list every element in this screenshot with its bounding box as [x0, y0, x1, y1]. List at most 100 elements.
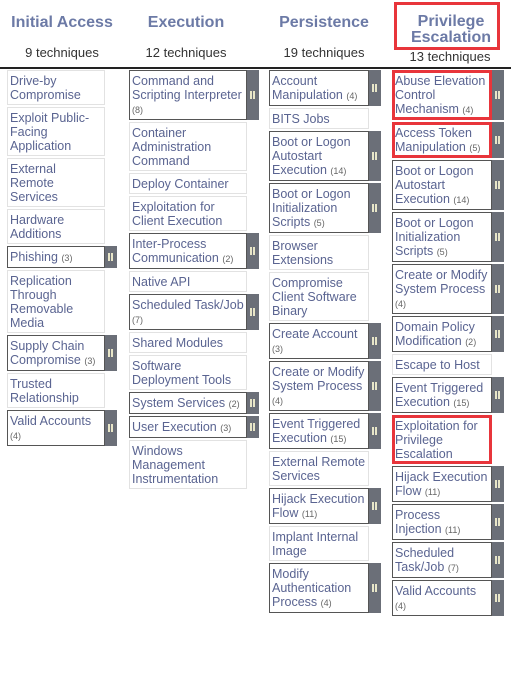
technique-scheduled-task-job[interactable]: Scheduled Task/Job (7) — [392, 542, 504, 578]
expand-subtechniques-handle[interactable] — [492, 264, 504, 314]
technique-system-services[interactable]: System Services (2) — [129, 392, 259, 414]
technique-label: Create or Modify System Process (4) — [393, 265, 491, 313]
expand-subtechniques-handle[interactable] — [492, 160, 504, 210]
technique-name: Process Injection — [395, 508, 442, 536]
expand-subtechniques-handle[interactable] — [247, 70, 259, 120]
technique-browser-extensions[interactable]: Browser Extensions — [269, 235, 369, 270]
technique-windows-management-instrumentation[interactable]: Windows Management Instrumentation — [129, 440, 247, 489]
technique-boot-or-logon-initialization-scripts[interactable]: Boot or Logon Initialization Scripts (5) — [269, 183, 381, 233]
technique-create-account[interactable]: Create Account (3) — [269, 323, 381, 359]
expand-subtechniques-handle[interactable] — [369, 488, 381, 524]
technique-label: Hijack Execution Flow (11) — [270, 489, 368, 523]
technique-bits-jobs[interactable]: BITS Jobs — [269, 108, 369, 129]
expand-subtechniques-handle[interactable] — [247, 294, 259, 330]
expand-subtechniques-handle[interactable] — [105, 410, 117, 446]
technique-software-deployment-tools[interactable]: Software Deployment Tools — [129, 355, 247, 390]
tactic-header-persistence[interactable]: Persistence 19 techniques — [262, 0, 386, 61]
technique-trusted-relationship[interactable]: Trusted Relationship — [7, 373, 105, 408]
subtechnique-count: (15) — [453, 398, 470, 408]
expand-subtechniques-handle[interactable] — [492, 70, 504, 120]
expand-subtechniques-handle[interactable] — [492, 377, 504, 413]
technique-account-manipulation[interactable]: Account Manipulation (4) — [269, 70, 381, 106]
technique-boot-or-logon-initialization-scripts[interactable]: Boot or Logon Initialization Scripts (5) — [392, 212, 504, 262]
technique-boot-or-logon-autostart-execution[interactable]: Boot or Logon Autostart Execution (14) — [392, 160, 504, 210]
technique-name: Inter-Process Communication — [132, 237, 219, 265]
expand-subtechniques-handle[interactable] — [369, 361, 381, 411]
technique-modify-authentication-process[interactable]: Modify Authentication Process (4) — [269, 563, 381, 613]
technique-drive-by-compromise[interactable]: Drive-by Compromise — [7, 70, 105, 105]
technique-native-api[interactable]: Native API — [129, 271, 247, 292]
technique-valid-accounts[interactable]: Valid Accounts (4) — [392, 580, 504, 616]
technique-hijack-execution-flow[interactable]: Hijack Execution Flow (11) — [392, 466, 504, 502]
technique-access-token-manipulation[interactable]: Access Token Manipulation (5) — [392, 122, 504, 158]
expand-subtechniques-handle[interactable] — [492, 580, 504, 616]
expand-subtechniques-handle[interactable] — [492, 542, 504, 578]
tactic-header-initial-access[interactable]: Initial Access 9 techniques — [0, 0, 124, 61]
tactic-title[interactable]: Initial Access — [0, 15, 124, 31]
expand-subtechniques-handle[interactable] — [247, 392, 259, 414]
expand-subtechniques-handle[interactable] — [369, 131, 381, 181]
technique-name: Native API — [132, 275, 191, 289]
technique-command-and-scripting-interpreter[interactable]: Command and Scripting Interpreter (8) — [129, 70, 259, 120]
technique-label: Boot or Logon Autostart Execution (14) — [270, 132, 368, 180]
technique-implant-internal-image[interactable]: Implant Internal Image — [269, 526, 369, 561]
technique-label: Boot or Logon Initialization Scripts (5) — [270, 184, 368, 232]
technique-label: Scheduled Task/Job (7) — [393, 543, 491, 577]
subtechnique-count: (3) — [220, 423, 232, 433]
expand-subtechniques-handle[interactable] — [105, 246, 117, 268]
technique-escape-to-host[interactable]: Escape to Host — [392, 354, 492, 375]
technique-container-administration-command[interactable]: Container Administration Command — [129, 122, 247, 171]
technique-hijack-execution-flow[interactable]: Hijack Execution Flow (11) — [269, 488, 381, 524]
technique-deploy-container[interactable]: Deploy Container — [129, 173, 247, 194]
expand-subtechniques-handle[interactable] — [492, 316, 504, 352]
technique-event-triggered-execution[interactable]: Event Triggered Execution (15) — [269, 413, 381, 449]
technique-process-injection[interactable]: Process Injection (11) — [392, 504, 504, 540]
technique-shared-modules[interactable]: Shared Modules — [129, 332, 247, 353]
technique-supply-chain-compromise[interactable]: Supply Chain Compromise (3) — [7, 335, 117, 371]
expand-subtechniques-handle[interactable] — [369, 70, 381, 106]
tactic-title[interactable]: Execution — [124, 15, 248, 31]
technique-scheduled-task-job[interactable]: Scheduled Task/Job (7) — [129, 294, 259, 330]
expand-subtechniques-handle[interactable] — [247, 416, 259, 438]
expand-subtechniques-handle[interactable] — [492, 466, 504, 502]
technique-create-or-modify-system-process[interactable]: Create or Modify System Process (4) — [269, 361, 381, 411]
expand-subtechniques-handle[interactable] — [492, 504, 504, 540]
technique-compromise-client-software-binary[interactable]: Compromise Client Software Binary — [269, 272, 369, 321]
technique-valid-accounts[interactable]: Valid Accounts (4) — [7, 410, 117, 446]
expand-subtechniques-handle[interactable] — [369, 413, 381, 449]
expand-subtechniques-handle[interactable] — [492, 212, 504, 262]
expand-subtechniques-handle[interactable] — [247, 233, 259, 269]
tactic-title[interactable]: Persistence — [262, 15, 386, 31]
technique-event-triggered-execution[interactable]: Event Triggered Execution (15) — [392, 377, 504, 413]
subtechnique-count: (5) — [313, 218, 325, 228]
subtechnique-count: (8) — [132, 105, 143, 115]
technique-exploit-public-facing-application[interactable]: Exploit Public-Facing Application — [7, 107, 105, 156]
grip-icon — [250, 91, 256, 99]
technique-hardware-additions[interactable]: Hardware Additions — [7, 209, 105, 244]
expand-subtechniques-handle[interactable] — [105, 335, 117, 371]
tactic-header-execution[interactable]: Execution 12 techniques — [124, 0, 248, 61]
technique-user-execution[interactable]: User Execution (3) — [129, 416, 259, 438]
technique-exploitation-for-privilege-escalation[interactable]: Exploitation for Privilege Escalation — [392, 415, 492, 464]
subtechnique-count: (3) — [272, 344, 283, 354]
technique-replication-through-removable-media[interactable]: Replication Through Removable Media — [7, 270, 105, 333]
technique-name: Drive-by Compromise — [10, 74, 81, 102]
technique-inter-process-communication[interactable]: Inter-Process Communication (2) — [129, 233, 259, 269]
technique-external-remote-services[interactable]: External Remote Services — [269, 451, 369, 486]
technique-label: Exploitation for Privilege Escalation — [393, 416, 491, 463]
technique-exploitation-for-client-execution[interactable]: Exploitation for Client Execution — [129, 196, 247, 231]
subtechnique-count: (14) — [330, 166, 347, 176]
expand-subtechniques-handle[interactable] — [492, 122, 504, 158]
technique-boot-or-logon-autostart-execution[interactable]: Boot or Logon Autostart Execution (14) — [269, 131, 381, 181]
technique-domain-policy-modification[interactable]: Domain Policy Modification (2) — [392, 316, 504, 352]
expand-subtechniques-handle[interactable] — [369, 563, 381, 613]
technique-name: Boot or Logon Initialization Scripts — [395, 216, 474, 258]
technique-name: User Execution — [132, 420, 217, 434]
technique-external-remote-services[interactable]: External Remote Services — [7, 158, 105, 207]
expand-subtechniques-handle[interactable] — [369, 183, 381, 233]
expand-subtechniques-handle[interactable] — [369, 323, 381, 359]
technique-label: Escape to Host — [393, 355, 491, 374]
technique-phishing[interactable]: Phishing (3) — [7, 246, 117, 268]
technique-create-or-modify-system-process[interactable]: Create or Modify System Process (4) — [392, 264, 504, 314]
technique-abuse-elevation-control-mechanism[interactable]: Abuse Elevation Control Mechanism (4) — [392, 70, 504, 120]
